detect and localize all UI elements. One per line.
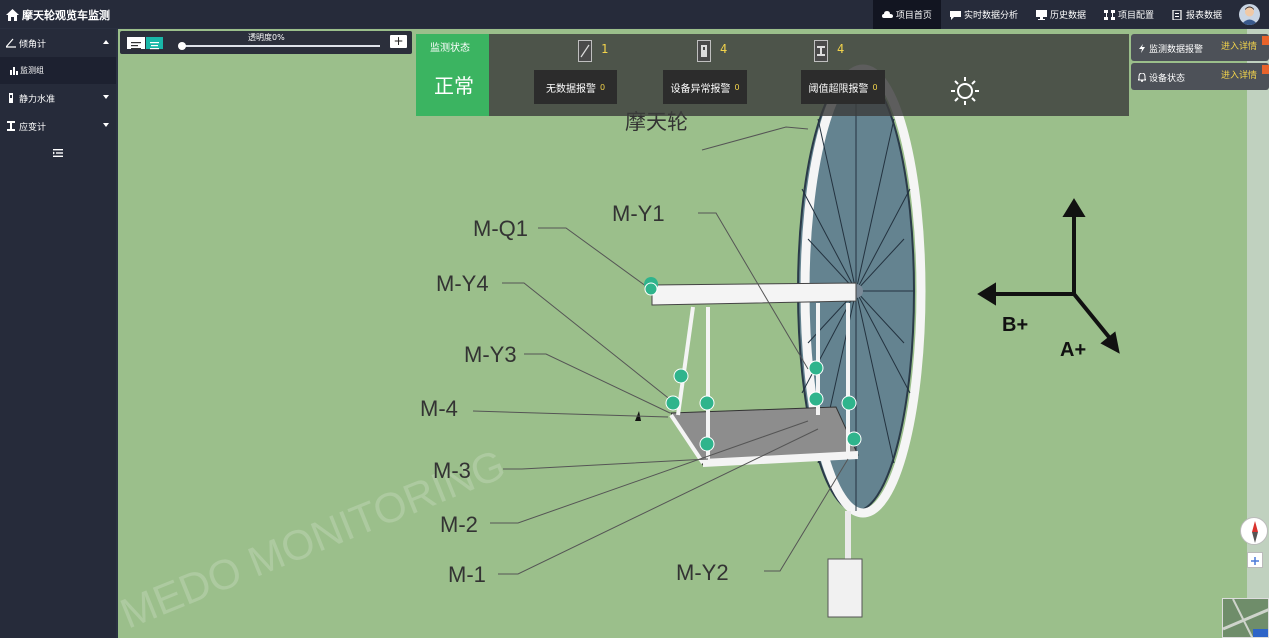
- chevron-up-icon: [103, 40, 109, 44]
- sidebar-collapse-button[interactable]: [0, 140, 116, 166]
- sensor-label-m3: M-3: [433, 458, 471, 483]
- angle-icon: [6, 38, 16, 48]
- app-title-text: 摩天轮观览车监测: [22, 8, 110, 22]
- ferris-wheel-model: MEDO MONITORING 摩天轮 M-Q1 M-Y4 M-Y3 M-4 M…: [118, 64, 1120, 637]
- alarm-data-panel: 监测数据报警 进入详情: [1131, 34, 1269, 61]
- sensor-label-m2: M-2: [440, 512, 478, 537]
- close-icon[interactable]: [1262, 65, 1269, 74]
- status-label: 监测状态: [430, 43, 470, 54]
- device-status-detail-link[interactable]: 进入详情: [1221, 68, 1257, 81]
- menu-collapse-icon: [53, 149, 63, 157]
- layers-icon: [150, 42, 159, 50]
- map-zoom-button[interactable]: [1247, 552, 1263, 568]
- align-left-button[interactable]: [127, 37, 145, 50]
- bolt-icon: [1139, 44, 1145, 53]
- chevron-down-icon: [103, 95, 109, 99]
- sensor-label-m1: M-1: [448, 562, 486, 587]
- sensor-label-mq1: M-Q1: [473, 216, 528, 241]
- minimap[interactable]: [1222, 598, 1269, 638]
- bell-icon: [1138, 73, 1146, 82]
- sensor-label-my4: M-Y4: [436, 271, 489, 296]
- sensor-marker-icon: [699, 395, 715, 411]
- align-center-button[interactable]: [146, 37, 163, 50]
- sensor-marker-icon: [808, 391, 824, 407]
- leader-lines: [472, 126, 849, 575]
- home-icon: [6, 8, 19, 21]
- alarm-data-detail-link[interactable]: 进入详情: [1221, 39, 1257, 52]
- user-avatar-icon: [1241, 6, 1258, 25]
- sensor-marker-icon: [846, 431, 862, 447]
- device-status-panel: 设备状态 进入详情: [1131, 63, 1269, 90]
- view-toolbar: 透明度0% +: [120, 31, 412, 54]
- sidebar-item-strain[interactable]: 应变计: [0, 112, 116, 140]
- sensor-label-m4: M-4: [420, 396, 458, 421]
- nav-item-history[interactable]: 历史数据: [1027, 0, 1095, 29]
- avatar[interactable]: [1239, 4, 1260, 25]
- inclinometer-icon: [578, 40, 592, 62]
- scene-edge-strip: [1247, 29, 1269, 638]
- satellite-map-icon: [1223, 599, 1268, 637]
- opacity-label: 透明度0%: [248, 33, 285, 42]
- chevron-down-icon: [103, 123, 109, 127]
- compass-button[interactable]: [1240, 517, 1268, 545]
- close-icon[interactable]: [1262, 36, 1269, 45]
- monitor-status-panel: 监测状态 正常 1 4 4 无数据报警 0 设备异常报警 0 阈值超限报警 0: [416, 34, 1129, 116]
- sun-icon[interactable]: [950, 76, 980, 106]
- sensor-label-my3: M-Y3: [464, 342, 517, 367]
- level-icon: [9, 93, 13, 103]
- nav-item-reports[interactable]: 报表数据: [1163, 0, 1231, 29]
- alarm-device-error[interactable]: 设备异常报警 0: [663, 70, 747, 104]
- opacity-slider[interactable]: [180, 45, 380, 47]
- network-icon: [1103, 9, 1115, 20]
- chat-icon: [949, 10, 961, 20]
- sidebar: 倾角计 监测组 静力水准 应变计: [0, 29, 118, 638]
- sidebar-subitem-group[interactable]: 监测组: [0, 57, 116, 84]
- model-viewport[interactable]: MEDO MONITORING 摩天轮 M-Q1 M-Y4 M-Y3 M-4 M…: [118, 29, 1269, 638]
- zoom-in-button[interactable]: +: [390, 35, 407, 48]
- status-value: 正常: [434, 74, 474, 98]
- sidebar-item-level[interactable]: 静力水准: [0, 84, 116, 112]
- sensor-marker-icon: [644, 277, 659, 296]
- app-title: 摩天轮观览车监测: [6, 0, 110, 29]
- cloud-icon: [881, 10, 893, 18]
- axis-label-b: B+: [1002, 314, 1028, 336]
- top-nav: 项目首页 实时数据分析 历史数据 项目配置 报表数据: [872, 0, 1231, 29]
- sensor-label-my2: M-Y2: [676, 560, 729, 585]
- status-box: 监测状态 正常: [416, 34, 489, 116]
- alarm-no-data[interactable]: 无数据报警 0: [534, 70, 617, 104]
- sensor-marker-icon: [841, 395, 857, 411]
- level-sensor-icon: [697, 40, 711, 62]
- group-icon: [10, 66, 18, 75]
- nav-item-config[interactable]: 项目配置: [1095, 0, 1163, 29]
- alarm-threshold[interactable]: 阈值超限报警 0: [801, 70, 885, 104]
- nav-item-realtime[interactable]: 实时数据分析: [941, 0, 1027, 29]
- sidebar-item-inclinometer[interactable]: 倾角计: [0, 29, 116, 57]
- strain-sensor-icon: [814, 40, 828, 62]
- axis-label-a: A+: [1060, 339, 1086, 361]
- sensor-marker-icon: [673, 368, 689, 384]
- sensor-marker-icon: [699, 436, 715, 452]
- strain-icon: [7, 121, 15, 131]
- monitor-icon: [1035, 9, 1047, 20]
- top-bar: 摩天轮观览车监测 项目首页 实时数据分析 历史数据 项目配置 报表数据: [0, 0, 1269, 29]
- report-icon: [1172, 9, 1182, 20]
- sensor-marker-icon: [665, 395, 681, 411]
- align-left-icon: [131, 42, 141, 50]
- sensor-label-my1: M-Y1: [612, 201, 665, 226]
- zoom-icon: [1251, 557, 1259, 565]
- opacity-slider-handle[interactable]: [178, 42, 186, 50]
- nav-item-home[interactable]: 项目首页: [872, 0, 941, 29]
- sensor-marker-icon: [808, 360, 824, 376]
- compass-icon: [1252, 521, 1258, 543]
